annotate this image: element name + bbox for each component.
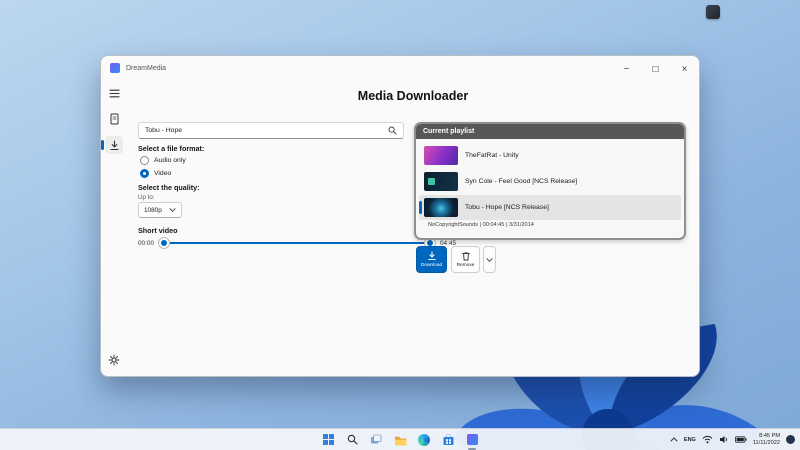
taskbar-center-icons [320,429,480,450]
playlist-item-title: Tobu - Hope [NCS Release] [465,204,549,211]
radio-video-label: Video [154,170,172,177]
search-input[interactable] [145,127,388,134]
radio-circle-unchecked[interactable] [140,156,149,165]
language-indicator[interactable]: ENG [684,437,696,443]
remove-button[interactable]: Remove [451,246,480,273]
windows-logo-icon [322,434,334,445]
remove-button-label: Remove [456,262,475,268]
video-thumbnail [424,146,458,165]
task-view-button[interactable] [368,432,384,448]
download-button[interactable]: Download [416,246,447,273]
trim-range-slider[interactable] [159,237,435,249]
playlist-header: Current playlist [416,124,684,139]
taskbar-app-dreammedia[interactable] [464,432,480,450]
download-icon [109,139,119,150]
radio-circle-checked[interactable] [140,169,149,178]
tray-date: 11/11/2022 [752,439,780,446]
radio-audio-label: Audio only [154,157,186,164]
radio-audio-only[interactable]: Audio only [140,156,186,165]
sidebar-item-media[interactable] [105,110,123,128]
start-button[interactable] [320,432,336,448]
file-explorer-icon [394,436,406,445]
gear-icon [108,354,120,366]
edge-browser-button[interactable] [416,432,432,448]
wifi-icon[interactable] [702,435,713,444]
battery-icon[interactable] [734,436,747,443]
page-title: Media Downloader [357,89,469,103]
app-title: DreamMedia [126,64,167,72]
search-box[interactable] [138,122,404,139]
search-icon [347,434,358,445]
playlist-item-title: Syn Cole - Feel Good [NCS Release] [465,178,578,185]
quality-section-label: Select the quality: [138,183,200,192]
playlist-item-meta: NoCopyrightSounds | 00:04:45 | 3/31/2014 [428,222,534,228]
window-controls: ─ □ × [612,56,699,80]
quality-up-to-label: Up to: [138,194,155,201]
slider-handle-start[interactable] [159,238,169,248]
taskbar: ENG 8:45 PM 11/11/2022 [0,428,800,450]
download-button-label: Download [420,262,443,268]
quality-dropdown-value: 1080p [144,206,162,214]
document-icon [110,113,118,125]
quality-dropdown[interactable]: 1080p [138,202,182,218]
playlist-item[interactable]: TheFatRat - Unity [419,143,681,168]
trash-icon [461,252,470,261]
settings-button[interactable] [105,351,123,369]
playlist-item-title: TheFatRat - Unity [465,152,519,159]
download-icon [427,251,436,261]
video-thumbnail [424,172,458,191]
playlist-panel: Current playlist TheFatRat - Unity Syn C… [414,122,686,240]
title-bar[interactable]: DreamMedia ─ □ × [101,56,699,80]
edge-icon [418,433,430,446]
search-icon[interactable] [388,126,397,135]
chevron-down-icon [486,257,493,262]
notification-badge[interactable] [786,435,795,444]
sidebar [101,80,127,376]
file-explorer-button[interactable] [392,432,408,448]
trim-section-label: Short video [138,226,178,235]
microsoft-store-button[interactable] [440,432,456,448]
tray-chevron-up-icon[interactable] [670,436,678,443]
sidebar-item-downloader[interactable] [101,136,123,154]
dreammedia-app-icon [466,434,478,445]
playlist-item-selected[interactable]: Tobu - Hope [NCS Release] [419,195,681,220]
system-tray: ENG 8:45 PM 11/11/2022 [670,429,795,450]
trim-slider-row: 00:00 04:45 [138,237,456,249]
app-window: DreamMedia ─ □ × Media Downloader Tobu -… [100,55,700,377]
task-view-icon [371,434,382,444]
video-thumbnail [424,198,458,217]
playlist-body: TheFatRat - Unity Syn Cole - Feel Good [… [416,139,684,228]
main-content: Media Downloader Select a file format: A… [127,80,699,376]
radio-video[interactable]: Video [140,169,171,178]
maximize-button[interactable]: □ [641,56,670,80]
desktop-shortcut-icon[interactable] [706,5,720,19]
taskbar-search-button[interactable] [344,432,360,448]
volume-icon[interactable] [719,435,729,444]
chevron-down-icon [169,208,176,212]
format-section-label: Select a file format: [138,144,205,153]
app-icon [110,63,120,73]
close-button[interactable]: × [670,56,699,80]
minimize-button[interactable]: ─ [612,56,641,80]
more-actions-button[interactable] [483,246,496,273]
trim-start-label: 00:00 [138,239,154,247]
playlist-item[interactable]: Syn Cole - Feel Good [NCS Release] [419,169,681,194]
taskbar-clock[interactable]: 8:45 PM 11/11/2022 [753,433,780,446]
hamburger-icon [108,89,120,97]
slider-track[interactable] [162,242,432,245]
store-icon [443,433,453,445]
menu-button[interactable] [105,84,123,102]
